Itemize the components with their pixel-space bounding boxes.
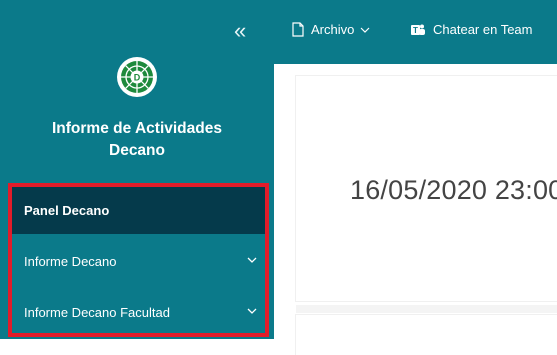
sidebar-item-label: Informe Decano [24, 254, 117, 269]
teams-icon: T [411, 24, 425, 35]
datetime-card: 16/05/2020 23:00 [296, 76, 557, 301]
svg-text:D: D [134, 73, 141, 83]
app-title-line2: Decano [109, 142, 165, 159]
university-logo: D [117, 57, 157, 97]
top-toolbar: Archivo T Chatear en Team [274, 0, 557, 64]
document-icon [292, 22, 304, 37]
svg-text:T: T [413, 26, 418, 35]
app-title-line1: Informe de Actividades [52, 120, 222, 137]
sidebar-nav: Panel Decano Informe Decano Informe Deca… [8, 183, 269, 337]
main-content: 16/05/2020 23:00 [274, 64, 557, 355]
file-menu-button[interactable]: Archivo [292, 22, 377, 37]
chevron-down-icon[interactable] [247, 255, 257, 265]
sidebar-item-informe-decano-facultad[interactable]: Informe Decano Facultad [12, 289, 265, 336]
file-menu-label: Archivo [311, 22, 355, 37]
chat-in-teams-button[interactable]: T Chatear en Team [410, 22, 533, 37]
chat-in-teams-label: Chatear en Team [433, 22, 533, 37]
card-divider [296, 305, 557, 313]
report-datetime: 16/05/2020 23:00 [350, 175, 557, 205]
chevron-down-icon [360, 27, 370, 33]
sidebar-item-label: Panel Decano [24, 203, 110, 218]
sidebar-item-informe-decano[interactable]: Informe Decano [12, 238, 265, 285]
sidebar-item-panel-decano[interactable]: Panel Decano [12, 187, 265, 234]
content-card [296, 315, 557, 355]
app-title: Informe de Actividades Decano [0, 118, 274, 162]
chevron-down-icon[interactable] [247, 306, 257, 316]
sidebar: « D Informe de Actividades Decano Panel … [0, 0, 274, 339]
sidebar-item-label: Informe Decano Facultad [24, 305, 170, 320]
collapse-sidebar-icon[interactable]: « [234, 20, 246, 42]
